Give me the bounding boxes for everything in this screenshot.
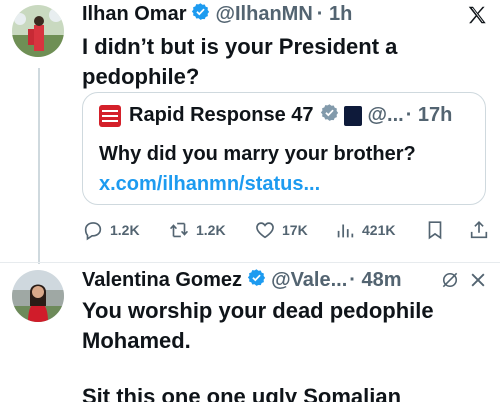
timestamp[interactable]: · 1h [317,3,353,26]
timestamp[interactable]: · 48m [349,269,401,292]
verified-icon [320,103,339,128]
close-icon [471,273,485,287]
grok-icon [442,272,458,288]
tweet-header: Ilhan Omar @IlhanMN · 1h [82,2,352,27]
like-count: 17K [282,222,308,238]
repost-button[interactable]: 1.2K [168,219,226,241]
avatar[interactable] [12,5,64,57]
repost-count: 1.2K [196,222,226,238]
bookmark-button[interactable] [424,219,452,241]
tweet-text: You worship your dead pedophile Mohamed.… [82,296,434,402]
quoted-avatar [99,104,121,127]
quoted-author-name: Rapid Response 47 [129,104,314,126]
author-name[interactable]: Valentina Gomez [82,269,242,292]
quoted-author-handle: @... [367,104,404,126]
white-house-badge-icon [343,105,362,126]
x-logo-icon[interactable] [466,4,488,31]
divider [0,262,500,263]
quoted-tweet-card[interactable]: Rapid Response 47 @... · 17h Why did you… [82,92,486,205]
share-button[interactable] [468,219,496,241]
tweet-text-line: Sit this one one ugly Somalian [82,384,402,402]
verified-icon [191,2,210,27]
tweet-text-line: pedophile? [82,64,200,89]
author-handle[interactable]: @Vale... [271,269,347,292]
action-bar: 1.2K 1.2K 17K 421K [82,219,492,243]
tweet-text-line: Mohamed. [82,328,191,353]
tweet-text-line: You worship your dead pedophile [82,298,434,323]
share-icon [470,221,488,239]
grok-button[interactable] [440,270,460,295]
thread-line [38,68,40,264]
tweet-text-line: I didn’t but is your President a [82,34,398,59]
reply-icon [84,222,102,241]
bookmark-icon [428,221,442,240]
author-name[interactable]: Ilhan Omar [82,3,186,26]
close-button[interactable] [468,270,488,295]
quoted-tweet-link[interactable]: x.com/ilhanmn/status... [99,173,320,196]
quoted-tweet-text: Why did you marry your brother? [99,143,416,165]
quoted-tweet-header: Rapid Response 47 @... · 17h [99,103,452,128]
reply-button[interactable]: 1.2K [82,219,140,241]
author-handle[interactable]: @IlhanMN [215,3,312,26]
views-count: 421K [362,222,396,238]
views-button[interactable]: 421K [334,219,395,241]
like-icon [256,222,274,239]
verified-icon [247,268,266,293]
quoted-timestamp: · 17h [405,104,453,126]
tweet-text: I didn’t but is your President a pedophi… [82,32,397,92]
repost-icon [169,222,189,238]
reply-count: 1.2K [110,222,140,238]
avatar[interactable] [12,270,64,322]
tweet-header: Valentina Gomez @Vale... · 48m [82,268,402,293]
views-icon [337,224,354,238]
like-button[interactable]: 17K [254,219,308,241]
